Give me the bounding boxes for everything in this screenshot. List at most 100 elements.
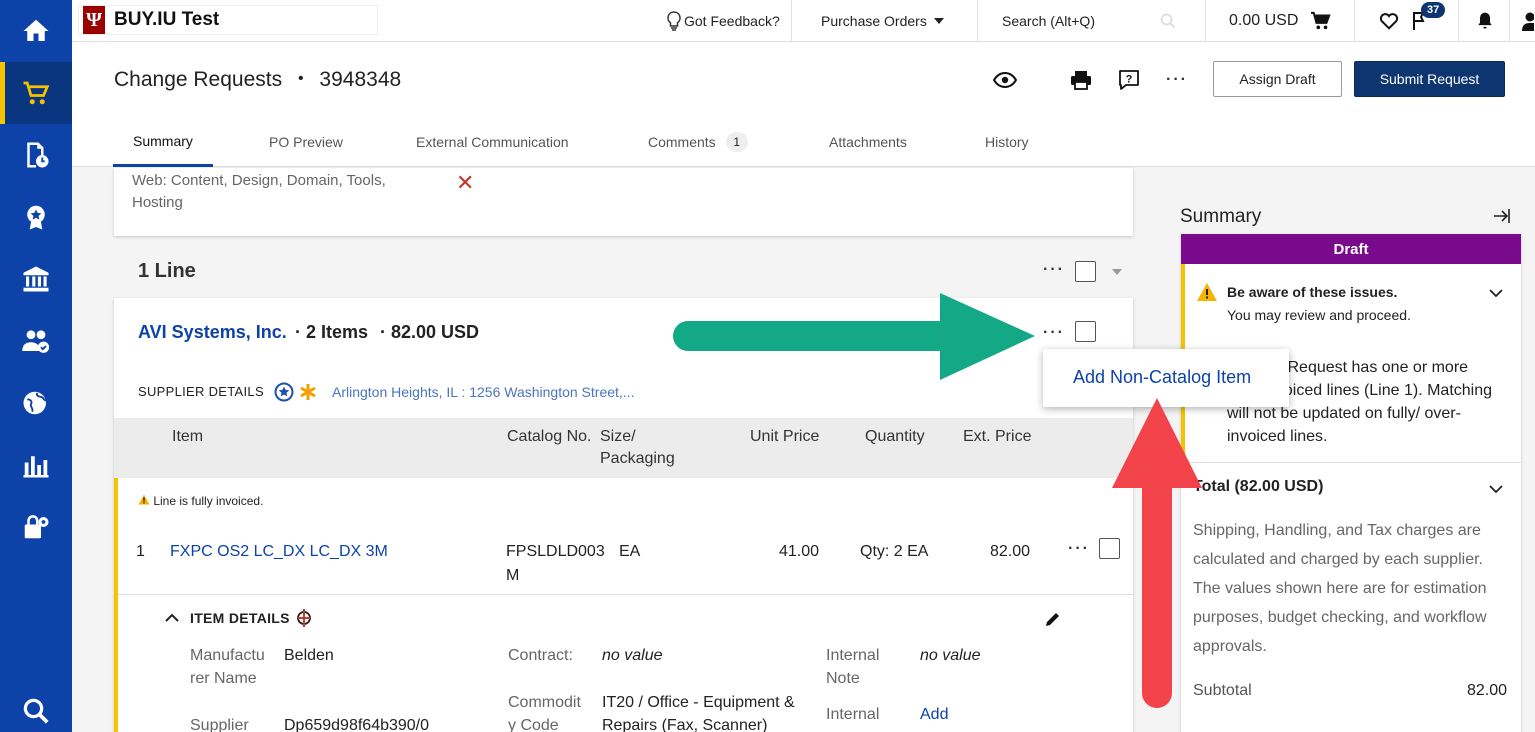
commodity-label: Commodit y Code xyxy=(508,691,581,732)
column-ext-price: Ext. Price xyxy=(963,428,1032,445)
more-actions-button[interactable]: ··· xyxy=(1162,67,1192,93)
lock-gear-icon xyxy=(24,515,49,539)
submit-request-button[interactable]: Submit Request xyxy=(1354,61,1505,97)
divider xyxy=(1354,0,1355,42)
user-menu-button[interactable] xyxy=(1522,0,1534,42)
tab-attachments[interactable]: Attachments xyxy=(829,117,907,167)
line-more-button[interactable]: ··· xyxy=(1068,540,1090,558)
divider xyxy=(1458,0,1459,42)
home-icon xyxy=(23,19,49,41)
column-catalog: Catalog No. xyxy=(507,428,592,445)
notifications-button[interactable] xyxy=(1475,0,1495,42)
divider xyxy=(1509,0,1510,42)
status-banner: Draft xyxy=(1181,234,1521,264)
bar-chart-icon xyxy=(23,456,49,478)
nav-suppliers[interactable] xyxy=(0,310,72,372)
collapse-panel-icon[interactable] xyxy=(1493,208,1511,224)
page-title: Change Requests • 3948348 xyxy=(114,68,401,92)
lightbulb-icon xyxy=(667,11,681,31)
invoiced-indicator xyxy=(114,478,118,732)
internal-add-link[interactable]: Add xyxy=(920,703,948,726)
catalog-line2: M xyxy=(506,567,520,584)
tab-history[interactable]: History xyxy=(985,117,1029,167)
line-number: 1 xyxy=(136,543,145,560)
help-button[interactable]: ? xyxy=(1116,67,1142,93)
issue-title: Be aware of these issues. xyxy=(1227,284,1398,300)
nav-search[interactable] xyxy=(0,680,72,732)
cart-icon xyxy=(23,81,50,105)
watch-button[interactable] xyxy=(992,67,1018,93)
tab-comments[interactable]: Comments 1 xyxy=(648,117,748,167)
bell-icon xyxy=(1478,12,1492,29)
label-line1: Commodit xyxy=(508,694,581,711)
feedback-link[interactable]: Got Feedback? xyxy=(666,0,780,42)
value-line1: IT20 / Office - Equipment & xyxy=(602,694,795,711)
column-item: Item xyxy=(172,428,204,445)
divider xyxy=(977,0,978,42)
internal-note-value: no value xyxy=(920,647,981,664)
collapse-caret-icon[interactable] xyxy=(1111,268,1123,276)
divider xyxy=(1205,0,1206,42)
left-navigation xyxy=(0,0,72,732)
cart-icon xyxy=(1311,11,1331,30)
size-value: EA xyxy=(619,543,641,560)
item-details-label: ITEM DETAILS xyxy=(190,610,290,626)
award-icon xyxy=(27,205,45,230)
add-non-catalog-item[interactable]: Add Non-Catalog Item xyxy=(1073,367,1251,388)
eye-icon xyxy=(993,72,1017,88)
remove-icon[interactable]: ✕ xyxy=(456,170,474,196)
tab-summary[interactable]: Summary xyxy=(113,117,213,167)
summary-title: Summary xyxy=(1180,206,1262,227)
tab-label: Comments xyxy=(648,134,716,150)
lines-more-button[interactable]: ··· xyxy=(1043,261,1065,279)
globe-gear-icon xyxy=(23,391,47,415)
feedback-label: Got Feedback? xyxy=(684,13,780,29)
label-line2: rer Name xyxy=(190,670,257,687)
item-name-link[interactable]: FXPC OS2 LC_DX LC_DX 3M xyxy=(170,540,388,564)
nav-accounts[interactable] xyxy=(0,248,72,310)
favorites-button[interactable] xyxy=(1379,0,1399,42)
nav-reports[interactable] xyxy=(0,434,72,496)
unit-price-value: 41.00 xyxy=(779,543,820,560)
assign-draft-button[interactable]: Assign Draft xyxy=(1213,61,1342,97)
comments-count-badge: 1 xyxy=(725,132,748,152)
tab-external-communication[interactable]: External Communication xyxy=(416,117,569,167)
lines-heading: 1 Line xyxy=(138,260,196,282)
nav-contracts[interactable] xyxy=(0,186,72,248)
bank-icon xyxy=(23,266,49,292)
target-icon xyxy=(297,609,311,627)
line-note-text: Line is fully invoiced. xyxy=(153,494,264,508)
supplier-address-link[interactable]: Arlington Heights, IL : 1256 Washington … xyxy=(332,384,634,400)
nav-orders[interactable] xyxy=(0,124,72,186)
cart-button[interactable]: 0.00 USD xyxy=(1229,0,1332,42)
user-icon xyxy=(1522,12,1534,31)
nav-admin[interactable] xyxy=(0,496,72,558)
nav-global[interactable] xyxy=(0,372,72,434)
supplier-select-checkbox[interactable] xyxy=(1075,321,1096,342)
lines-select-checkbox[interactable] xyxy=(1075,261,1096,282)
brand[interactable]: Ψ BUY.IU Test xyxy=(78,5,378,35)
chevron-down-icon[interactable] xyxy=(1489,482,1503,496)
search-input[interactable]: Search (Alt+Q) xyxy=(1002,0,1192,42)
line-table-header: Item Catalog No. Size/Packaging Unit Pri… xyxy=(114,418,1133,478)
supplier-more-button[interactable]: ··· xyxy=(1043,324,1065,342)
tab-po-preview[interactable]: PO Preview xyxy=(269,117,343,167)
column-size-line1: Size/ xyxy=(600,428,636,445)
nav-home[interactable] xyxy=(0,0,72,62)
nav-shop[interactable] xyxy=(0,62,72,124)
column-unit-price: Unit Price xyxy=(750,428,820,445)
document-clock-icon xyxy=(27,142,49,168)
top-bar: Ψ BUY.IU Test Got Feedback? Purchase Ord… xyxy=(72,0,1535,42)
supplier-part-label: Supplier xyxy=(190,717,249,732)
chevron-up-icon[interactable] xyxy=(165,613,179,623)
chevron-down-icon[interactable] xyxy=(1489,286,1503,300)
column-size: Size/Packaging xyxy=(600,426,675,470)
supplier-name-link[interactable]: AVI Systems, Inc. xyxy=(138,322,287,343)
line-select-checkbox[interactable] xyxy=(1099,538,1120,559)
label-line1: Internal xyxy=(826,647,880,664)
print-button[interactable] xyxy=(1068,67,1094,93)
quantity-value: Qty: 2 EA xyxy=(860,543,929,560)
pencil-icon[interactable] xyxy=(1044,610,1062,628)
purchase-orders-menu[interactable]: Purchase Orders xyxy=(821,0,945,42)
internal-attachments-label: Internal xyxy=(826,706,880,723)
